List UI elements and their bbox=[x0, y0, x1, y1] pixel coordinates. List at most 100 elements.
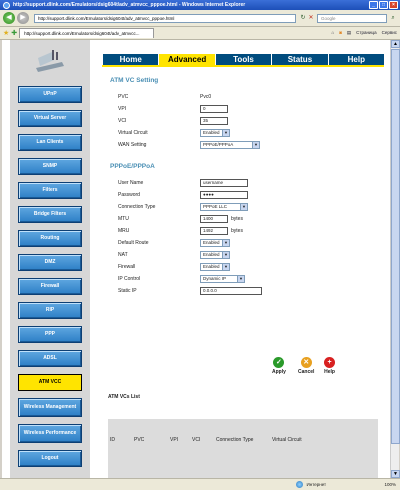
sidebar-item-dmz[interactable]: DMZ bbox=[18, 254, 82, 271]
page-scrollbar[interactable]: ▲ ▼ bbox=[390, 40, 400, 478]
firewall-select[interactable]: Enabled ▼ bbox=[200, 262, 230, 271]
ie-icon bbox=[3, 1, 10, 9]
tab-toolbar: ★ ✚ http://support.dlink.com/Emulators/d… bbox=[0, 27, 400, 40]
print-icon[interactable]: ▤ bbox=[347, 30, 351, 36]
chevron-down-icon[interactable]: ▼ bbox=[222, 263, 229, 270]
mtu-input[interactable]: 1400 bbox=[200, 214, 228, 223]
favorites-star-icon[interactable]: ★ bbox=[3, 29, 9, 37]
help-plus-icon[interactable]: + bbox=[324, 357, 335, 368]
default-route-row: Default Route Enabled ▼ bbox=[118, 238, 230, 247]
cancel-icon[interactable]: ✕ bbox=[300, 357, 312, 368]
ip-control-row: IP Control Dynamic IP ▼ bbox=[118, 274, 245, 283]
sidebar-item-adsl[interactable]: ADSL bbox=[18, 350, 82, 367]
password-input[interactable]: ●●●● bbox=[200, 190, 248, 199]
sidebar-item-rip[interactable]: RIP bbox=[18, 302, 82, 319]
sidebar-item-wireless-management[interactable]: Wireless Management bbox=[18, 398, 82, 417]
back-button[interactable]: ◀ bbox=[3, 12, 15, 24]
col-vci: VCI bbox=[192, 437, 201, 443]
sidebar-item-wireless-performance[interactable]: Wireless Performance bbox=[18, 424, 82, 443]
atm-vcs-table: ID PVC VPI VCI Connection Type Virtual C… bbox=[108, 419, 378, 478]
browser-tab[interactable]: http://support.dlink.com/Emulators/dsig6… bbox=[19, 28, 155, 38]
refresh-icon[interactable]: ↻ bbox=[299, 14, 307, 22]
search-input[interactable]: Google bbox=[317, 13, 387, 23]
password-label: Password bbox=[118, 191, 140, 198]
sidebar-item-lan-clients[interactable]: Lan Clients bbox=[18, 134, 82, 151]
sidebar-item-snmp[interactable]: SNMP bbox=[18, 158, 82, 175]
page-menu[interactable]: Страница bbox=[356, 30, 376, 36]
stop-icon[interactable]: ✕ bbox=[307, 14, 315, 22]
mru-input[interactable]: 1492 bbox=[200, 226, 228, 235]
connection-type-select[interactable]: PPPoE LLC ▼ bbox=[200, 202, 248, 211]
tab-home[interactable]: Home bbox=[102, 54, 159, 65]
sidebar-item-logout[interactable]: Logout bbox=[18, 450, 82, 467]
firewall-value: Enabled bbox=[203, 263, 220, 269]
sidebar-item-virtual-server[interactable]: Virtual Server bbox=[18, 110, 82, 127]
apply-button[interactable]: ✓ Apply bbox=[272, 357, 286, 375]
sidebar-item-firewall[interactable]: Firewall bbox=[18, 278, 82, 295]
mru-row: MRU 1492 bytes bbox=[118, 226, 243, 235]
tab-tools[interactable]: Tools bbox=[214, 54, 272, 65]
ip-control-label: IP Control bbox=[118, 275, 141, 282]
pvc-value: Pvc0 bbox=[200, 93, 212, 100]
sidebar-item-filters[interactable]: Filters bbox=[18, 182, 82, 199]
address-input[interactable]: http://support.dlink.com/Emulators/dsig6… bbox=[34, 13, 296, 23]
wan-setting-select[interactable]: PPPoE/PPPoA ▼ bbox=[200, 140, 260, 149]
username-input[interactable]: username bbox=[200, 178, 248, 187]
chevron-down-icon[interactable]: ▼ bbox=[237, 275, 244, 282]
firewall-row: Firewall Enabled ▼ bbox=[118, 262, 230, 271]
col-vpi: VPI bbox=[170, 437, 179, 443]
mtu-row: MTU 1400 bytes bbox=[118, 214, 243, 223]
check-icon[interactable]: ✓ bbox=[273, 357, 285, 368]
default-route-select[interactable]: Enabled ▼ bbox=[200, 238, 230, 247]
chevron-down-icon[interactable]: ▼ bbox=[222, 251, 229, 258]
scroll-down-icon[interactable]: ▼ bbox=[391, 470, 400, 478]
username-label: User Name bbox=[118, 179, 144, 186]
close-button[interactable]: × bbox=[389, 1, 398, 9]
minimize-button[interactable]: _ bbox=[369, 1, 378, 9]
scroll-thumb[interactable] bbox=[391, 49, 400, 444]
connection-type-label: Connection Type bbox=[118, 203, 156, 210]
virtual-circuit-select[interactable]: Enabled ▼ bbox=[200, 128, 230, 137]
vpi-input[interactable]: 0 bbox=[200, 104, 228, 113]
chevron-down-icon[interactable]: ▼ bbox=[222, 239, 229, 246]
sidebar-item-atm-vcc[interactable]: ATM VCC bbox=[18, 374, 82, 391]
help-button[interactable]: + Help bbox=[324, 357, 335, 375]
sidebar: UPnP Virtual Server Lan Clients SNMP Fil… bbox=[10, 40, 90, 478]
virtual-circuit-row: Virtual Circuit Enabled ▼ bbox=[118, 128, 230, 137]
vci-input[interactable]: 35 bbox=[200, 116, 228, 125]
chevron-down-icon[interactable]: ▼ bbox=[240, 203, 247, 210]
chevron-down-icon[interactable]: ▼ bbox=[222, 129, 229, 136]
ip-control-value: Dynamic IP bbox=[203, 275, 227, 281]
search-icon[interactable]: ⌕ bbox=[389, 14, 397, 22]
scroll-up-icon[interactable]: ▲ bbox=[391, 40, 400, 48]
sidebar-item-ppp[interactable]: PPP bbox=[18, 326, 82, 343]
atm-list-title: ATM VCs List bbox=[108, 394, 140, 400]
zone-label: Интернет bbox=[306, 482, 327, 487]
main-content: ATM VC Setting PVC Pvc0 VPI 0 VCI 35 Vir… bbox=[102, 67, 384, 478]
cancel-button[interactable]: ✕ Cancel bbox=[298, 357, 314, 375]
maximize-button[interactable]: □ bbox=[379, 1, 388, 9]
mtu-unit: bytes bbox=[231, 215, 243, 222]
col-virtual-circuit: Virtual Circuit bbox=[272, 437, 302, 443]
zoom-level[interactable]: 100% bbox=[384, 482, 396, 487]
chevron-down-icon[interactable]: ▼ bbox=[252, 141, 259, 148]
tab-status[interactable]: Status bbox=[271, 54, 328, 65]
ip-control-select[interactable]: Dynamic IP ▼ bbox=[200, 274, 245, 283]
tools-menu[interactable]: Сервис bbox=[382, 30, 397, 36]
add-favorite-icon[interactable]: ✚ bbox=[11, 29, 17, 37]
sidebar-item-routing[interactable]: Routing bbox=[18, 230, 82, 247]
wan-setting-label: WAN Setting bbox=[118, 141, 147, 148]
sidebar-item-upnp[interactable]: UPnP bbox=[18, 86, 82, 103]
feeds-icon[interactable]: ◙ bbox=[339, 30, 342, 36]
nat-select[interactable]: Enabled ▼ bbox=[200, 250, 230, 259]
tab-advanced[interactable]: Advanced bbox=[158, 54, 215, 65]
vci-label: VCI bbox=[118, 117, 127, 124]
mtu-label: MTU bbox=[118, 215, 129, 222]
static-ip-input[interactable]: 0.0.0.0 bbox=[200, 286, 262, 295]
sidebar-item-bridge-filters[interactable]: Bridge Filters bbox=[18, 206, 82, 223]
address-toolbar: ◀ ▶ http://support.dlink.com/Emulators/d… bbox=[0, 10, 400, 27]
router-logo-icon bbox=[36, 50, 64, 72]
forward-button[interactable]: ▶ bbox=[17, 12, 29, 24]
tab-help[interactable]: Help bbox=[327, 54, 385, 65]
home-icon[interactable]: ⌂ bbox=[331, 30, 334, 36]
